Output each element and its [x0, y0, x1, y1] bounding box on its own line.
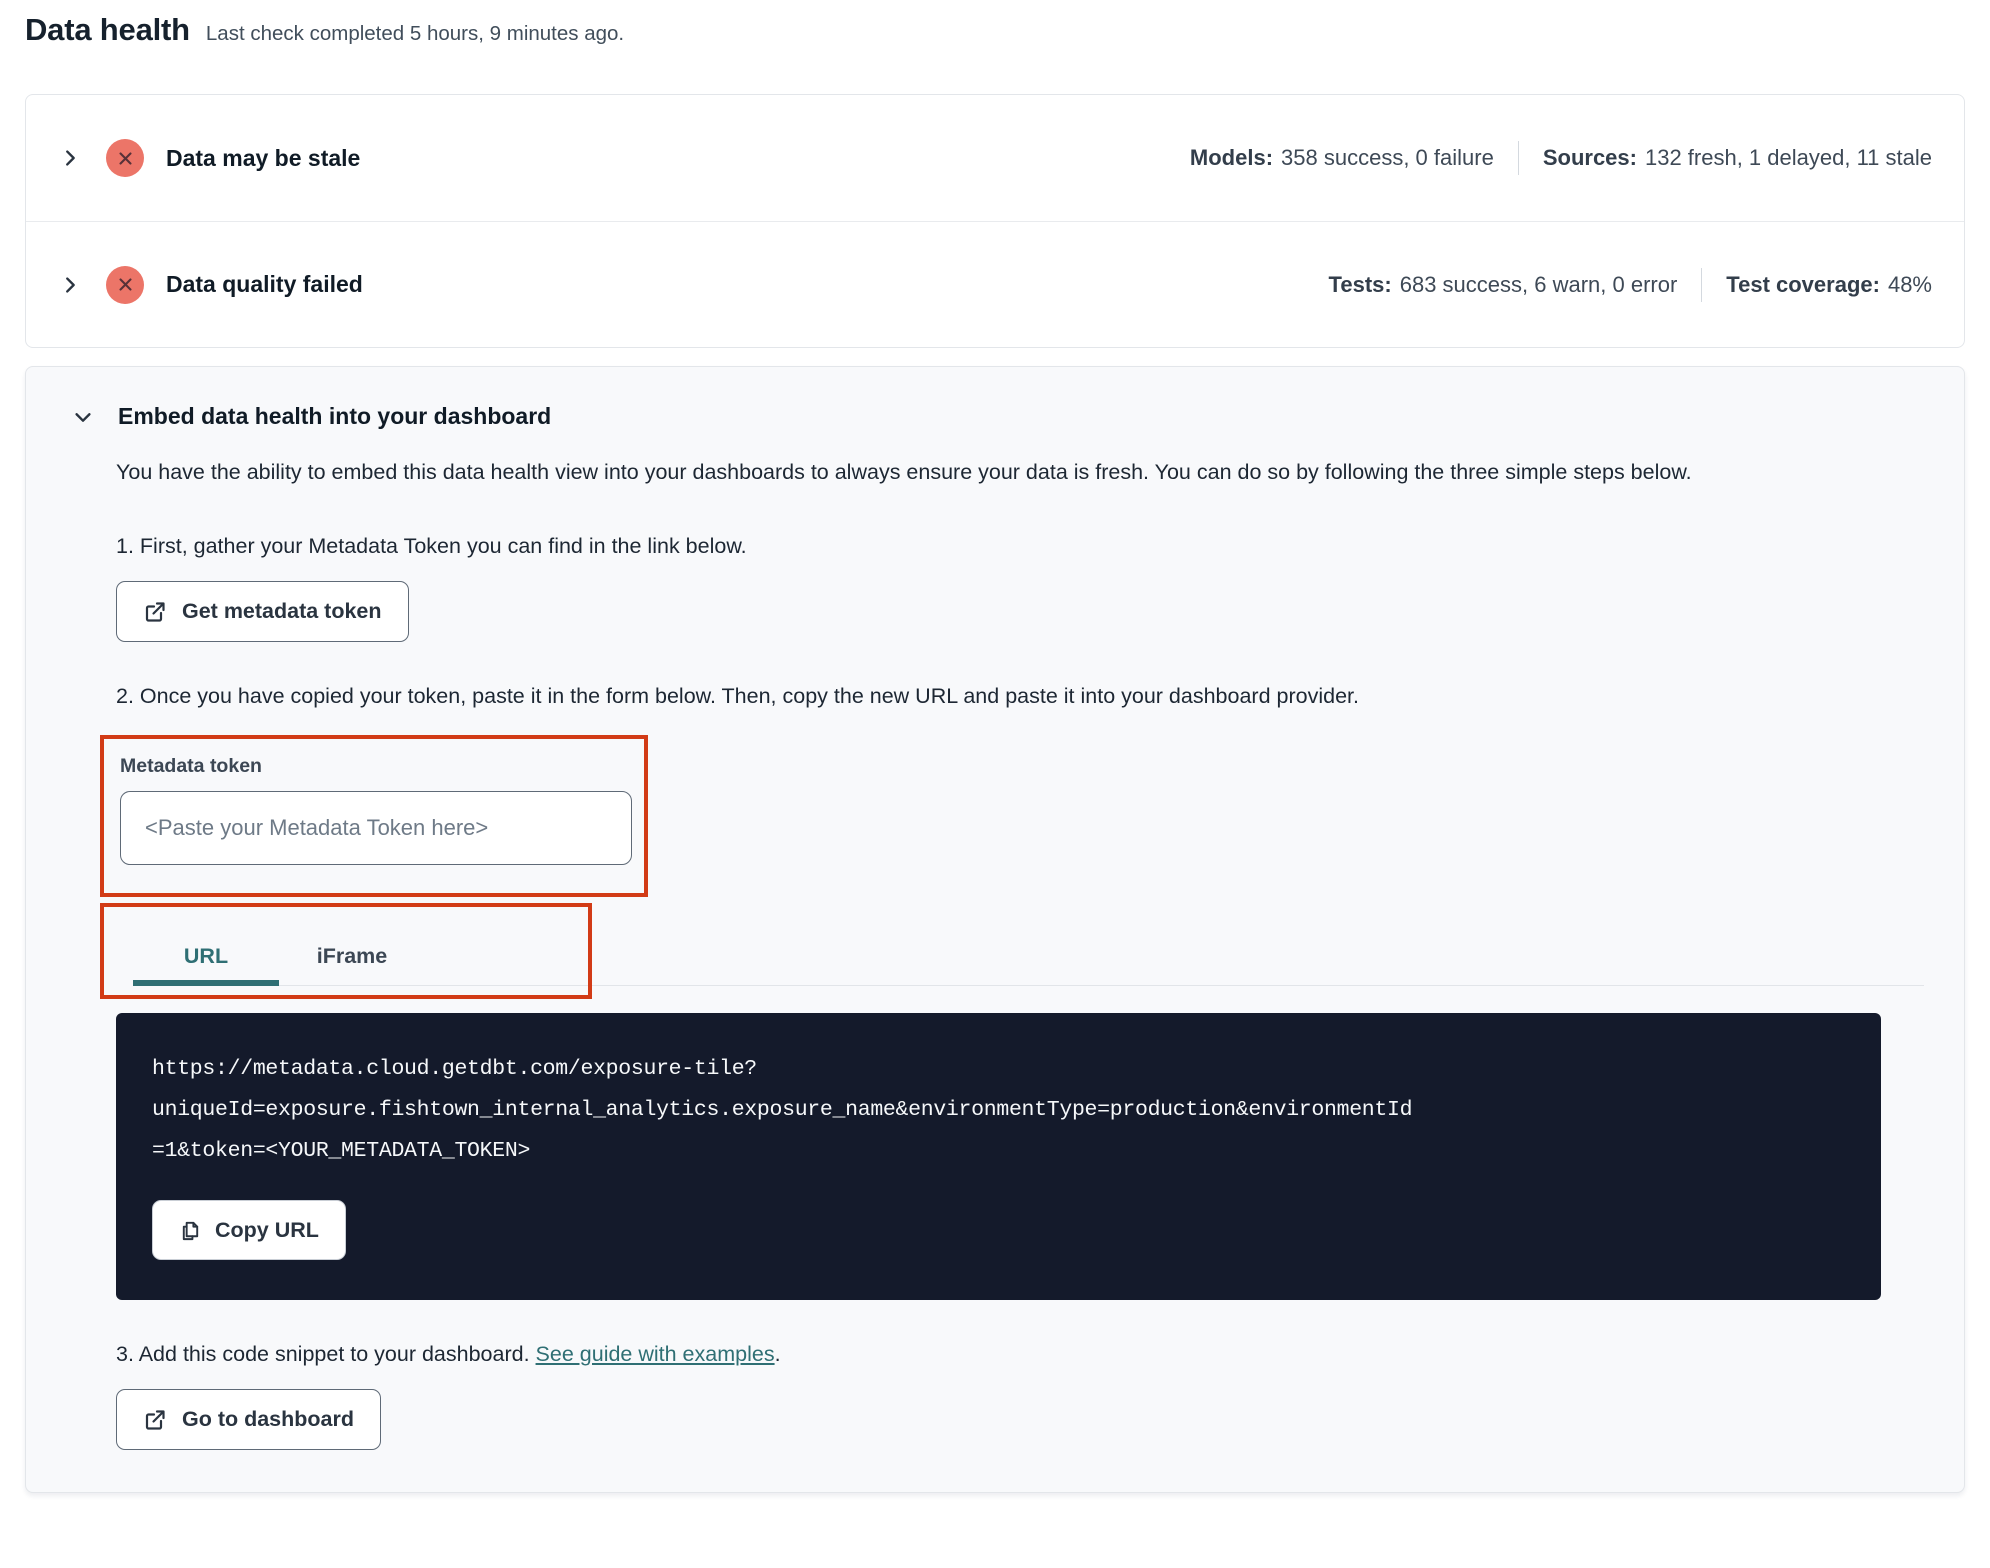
page-title: Data health — [25, 12, 190, 47]
status-row-stale[interactable]: Data may be stale Models: 358 success, 0… — [26, 95, 1964, 221]
go-to-dashboard-button[interactable]: Go to dashboard — [116, 1389, 381, 1450]
embed-url-code-block: https://metadata.cloud.getdbt.com/exposu… — [116, 1013, 1881, 1300]
embed-panel-body: You have the ability to embed this data … — [100, 452, 1924, 1450]
embed-panel-title: Embed data health into your dashboard — [118, 403, 552, 429]
embed-description: You have the ability to embed this data … — [116, 460, 1692, 484]
stat-name: Sources: — [1542, 145, 1637, 170]
chevron-right-icon[interactable] — [58, 273, 82, 297]
get-metadata-token-label: Get metadata token — [182, 599, 382, 623]
last-check-status: Last check completed 5 hours, 9 minutes … — [205, 22, 625, 45]
stat-name: Test coverage: — [1726, 271, 1880, 297]
chevron-down-icon[interactable] — [71, 405, 95, 429]
stat-name: Models: — [1189, 145, 1274, 170]
embed-url-line: https://metadata.cloud.getdbt.com/exposu… — [152, 1057, 757, 1081]
go-to-dashboard-label: Go to dashboard — [182, 1407, 354, 1431]
external-link-icon — [143, 600, 167, 624]
error-x-icon — [106, 139, 144, 177]
step-1-text: 1. First, gather your Metadata Token you… — [116, 534, 747, 558]
status-row-label: Data quality failed — [166, 271, 363, 297]
get-metadata-token-button[interactable]: Get metadata token — [116, 581, 409, 642]
stat-divider — [1701, 267, 1703, 302]
copy-url-label: Copy URL — [215, 1217, 319, 1242]
chevron-right-icon[interactable] — [58, 146, 82, 170]
embed-panel: Embed data health into your dashboard Yo… — [25, 366, 1965, 1493]
annotation-box-token: Metadata token — [100, 735, 648, 897]
page-header: Data health Last check completed 5 hours… — [25, 12, 1965, 48]
embed-url-text: https://metadata.cloud.getdbt.com/exposu… — [152, 1049, 1845, 1172]
stat-divider — [1517, 141, 1519, 175]
see-guide-link[interactable]: See guide with examples — [536, 1342, 775, 1366]
stat-value: 132 fresh, 1 delayed, 11 stale — [1644, 145, 1932, 170]
status-row-stats: Models: 358 success, 0 failure Sources: … — [1190, 141, 1932, 175]
embed-url-line: uniqueId=exposure.fishtown_internal_anal… — [152, 1098, 1413, 1122]
tab-iframe[interactable]: iFrame — [279, 913, 425, 986]
embed-url-line: =1&token=<YOUR_METADATA_TOKEN> — [152, 1139, 531, 1163]
data-health-page: Data health Last check completed 5 hours… — [0, 0, 1990, 1493]
stat-value: 48% — [1887, 271, 1932, 297]
step-2-text: 2. Once you have copied your token, past… — [116, 684, 1359, 708]
error-x-icon — [106, 265, 144, 304]
step-3-suffix: . — [774, 1342, 781, 1366]
tab-url[interactable]: URL — [133, 913, 279, 986]
stat-value: 683 success, 6 warn, 0 error — [1399, 271, 1678, 297]
stat-name: Tests: — [1328, 271, 1392, 297]
status-card: Data may be stale Models: 358 success, 0… — [25, 94, 1965, 348]
status-row-stats: Tests: 683 success, 6 warn, 0 error Test… — [1328, 267, 1932, 302]
status-row-quality[interactable]: Data quality failed Tests: 683 success, … — [26, 221, 1964, 347]
stat-value: 358 success, 0 failure — [1281, 145, 1494, 170]
metadata-token-label: Metadata token — [120, 755, 262, 777]
status-row-label: Data may be stale — [166, 144, 361, 171]
step-3-prefix: 3. Add this code snippet to your dashboa… — [116, 1342, 536, 1366]
step-3-text: 3. Add this code snippet to your dashboa… — [116, 1342, 1924, 1367]
external-link-icon — [143, 1408, 167, 1432]
output-tabs: URL iFrame — [100, 903, 1924, 999]
copy-url-button[interactable]: Copy URL — [152, 1200, 346, 1260]
metadata-token-input[interactable] — [120, 791, 632, 865]
embed-panel-header[interactable]: Embed data health into your dashboard — [71, 403, 1924, 430]
copy-icon — [179, 1219, 202, 1242]
